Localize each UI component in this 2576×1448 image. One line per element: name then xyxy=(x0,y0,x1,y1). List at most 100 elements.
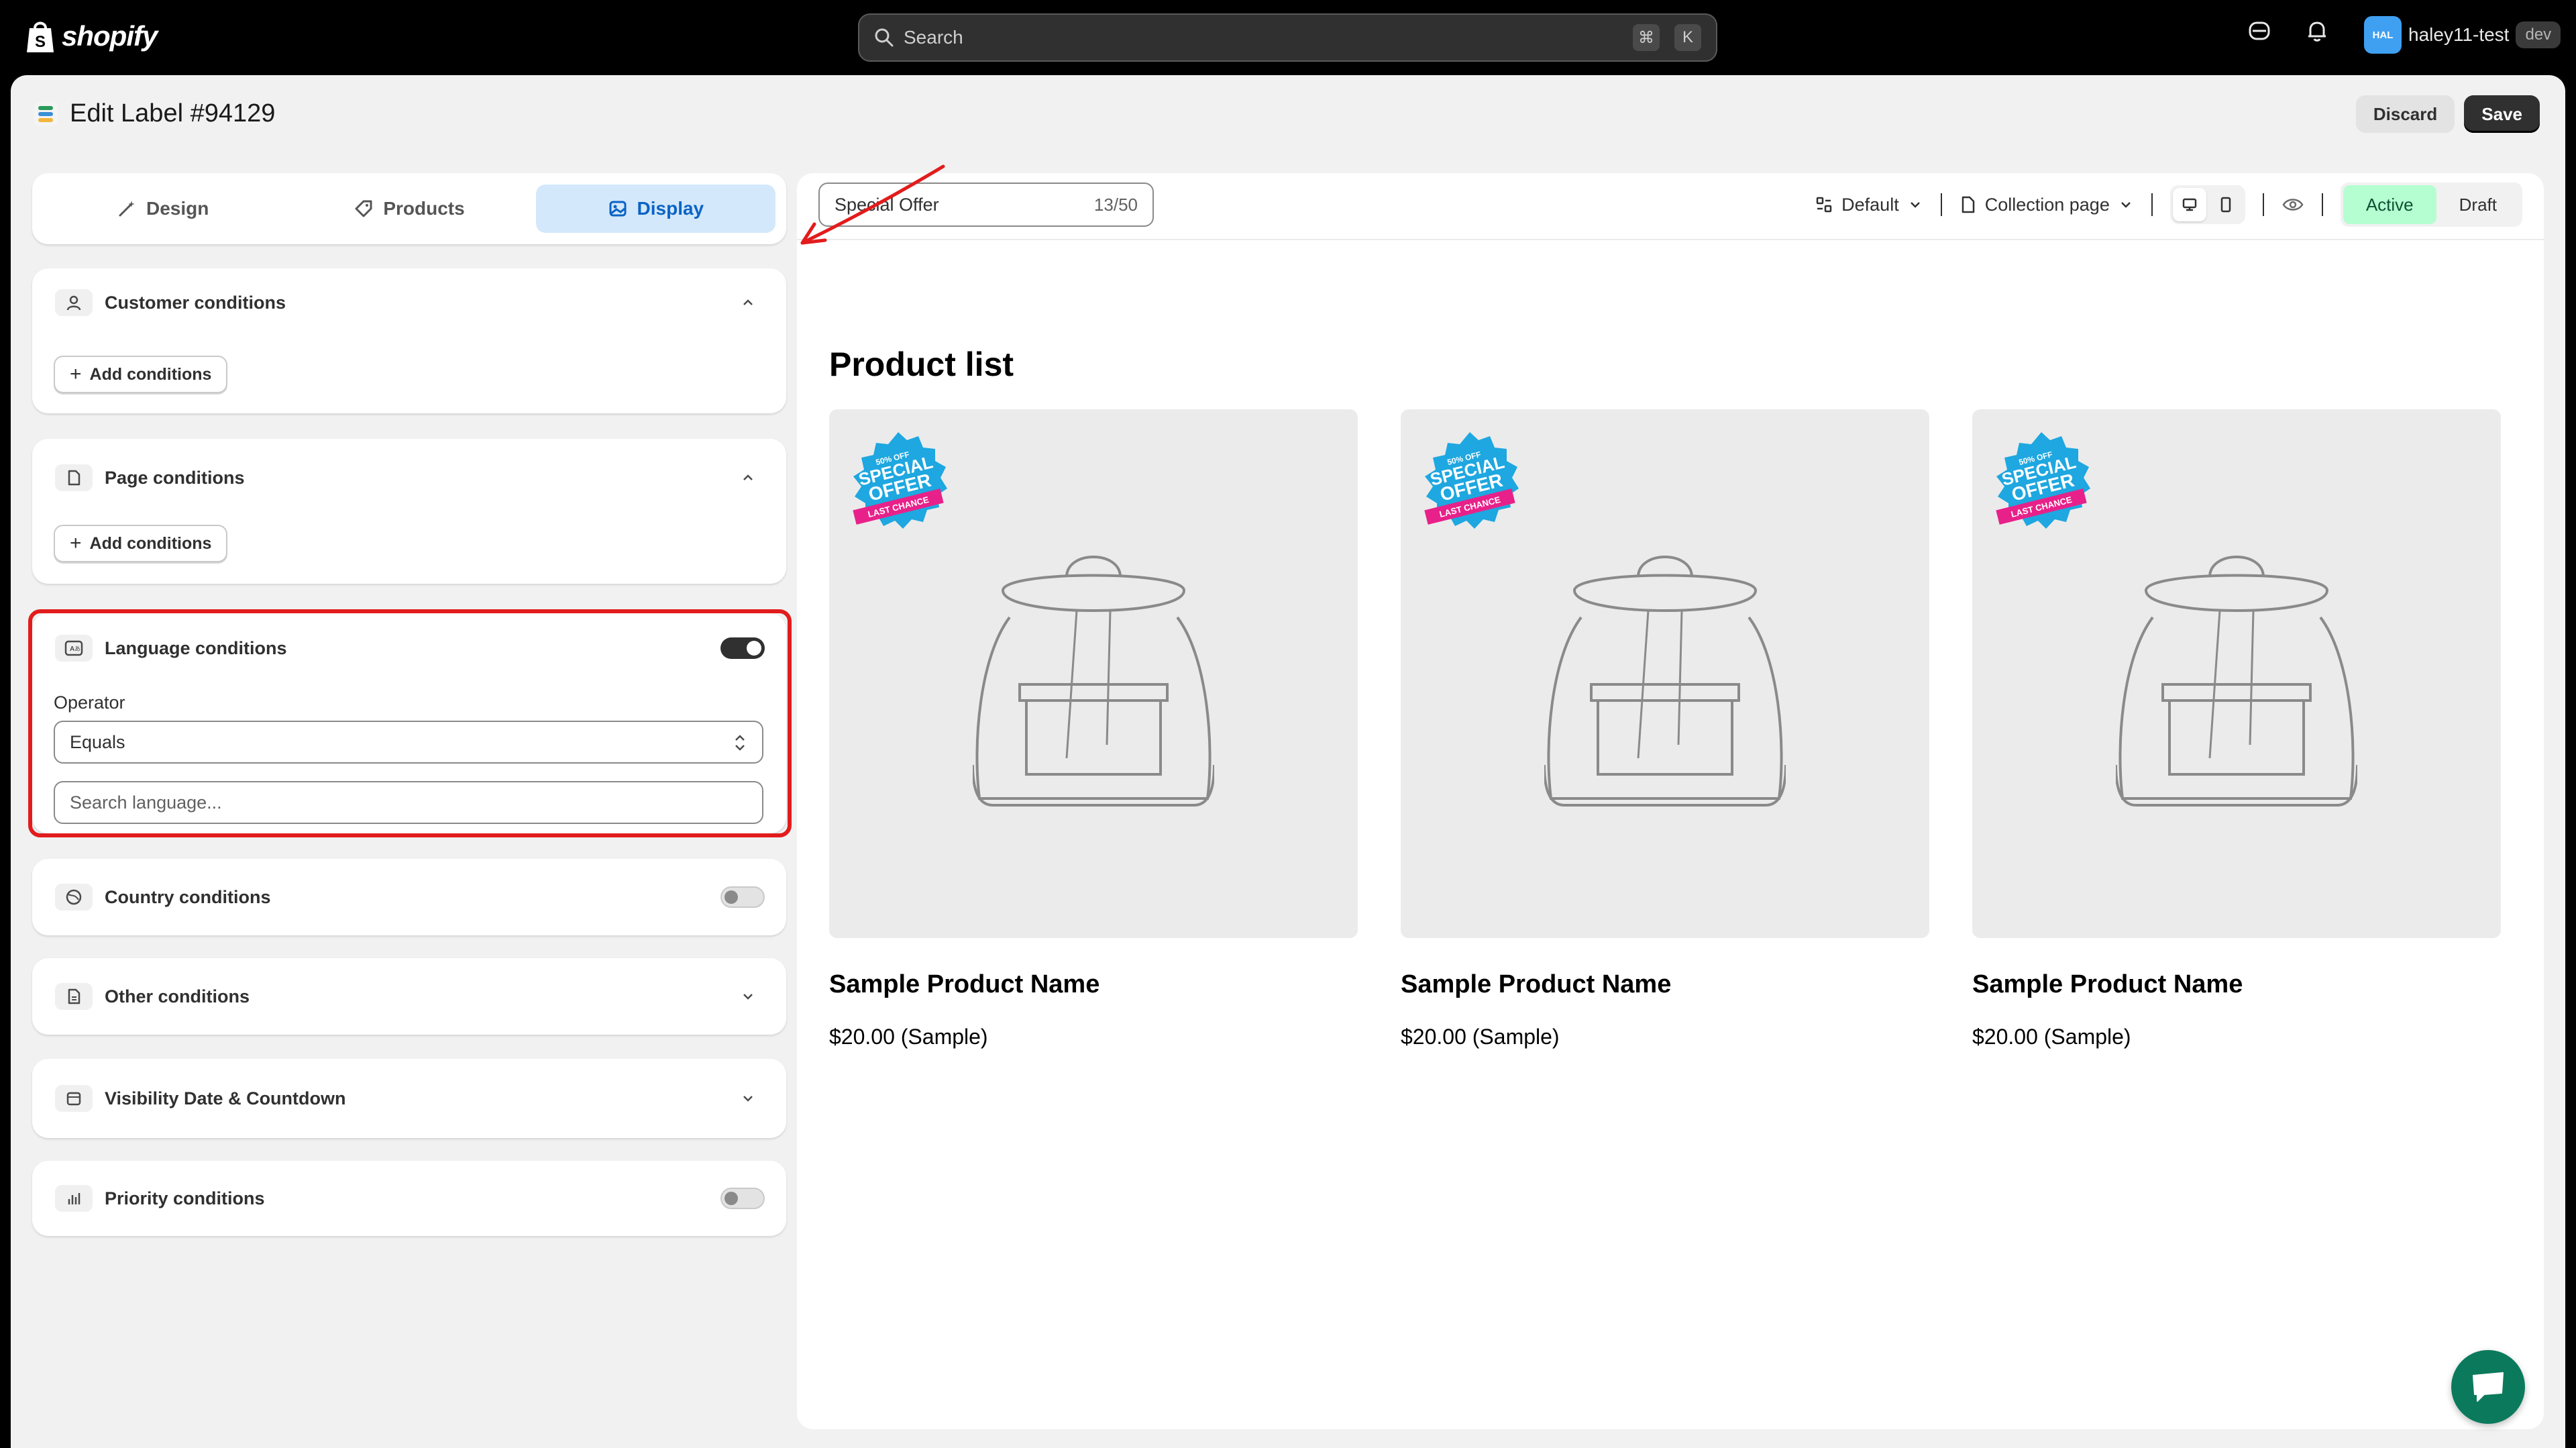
chevron-down-icon[interactable] xyxy=(739,1090,757,1107)
shortcut-key-cmd: ⌘ xyxy=(1633,24,1660,51)
product-card: 50% OFF SPECIAL OFFER LAST CHANCE Sample… xyxy=(1401,409,1929,1049)
discard-button[interactable]: Discard xyxy=(2355,95,2455,133)
tab-design[interactable]: Design xyxy=(43,185,282,233)
product-price: $20.00 (Sample) xyxy=(1401,1025,1560,1049)
product-image: 50% OFF SPECIAL OFFER LAST CHANCE xyxy=(1401,409,1929,938)
shopify-logo[interactable]: S shopify xyxy=(25,19,158,54)
visibility-date-header[interactable]: Visibility Date & Countdown xyxy=(55,1059,346,1138)
language-conditions-title: Language conditions xyxy=(105,637,287,658)
shortcut-key-k: K xyxy=(1674,24,1701,51)
page-conditions-card: Page conditions + Add conditions xyxy=(32,439,786,584)
chevron-up-icon[interactable] xyxy=(739,294,757,311)
operator-select[interactable]: Equals xyxy=(54,721,763,764)
header-actions: Discard Save xyxy=(2355,95,2540,133)
topbar-icons xyxy=(2247,19,2329,43)
customer-conditions-header[interactable]: Customer conditions xyxy=(55,268,286,337)
divider xyxy=(2151,193,2153,216)
page-type-dropdown[interactable]: Collection page xyxy=(1960,195,2134,215)
backpack-placeholder-icon xyxy=(2116,556,2357,807)
char-count: 13/50 xyxy=(1093,194,1138,215)
divider xyxy=(2262,193,2264,216)
logo-text: shopify xyxy=(62,20,158,52)
search-icon xyxy=(875,28,894,47)
preview-controls: Default Collection page Active Draft xyxy=(1815,183,2522,227)
divider xyxy=(2321,193,2323,216)
page-type-label: Collection page xyxy=(1984,194,2110,215)
other-conditions-header[interactable]: Other conditions xyxy=(55,958,250,1035)
bell-icon[interactable] xyxy=(2305,19,2329,43)
chevron-down-icon[interactable] xyxy=(739,988,757,1005)
country-conditions-title: Country conditions xyxy=(105,886,271,907)
tab-display-label: Display xyxy=(637,198,704,219)
dev-badge: dev xyxy=(2516,21,2561,48)
select-arrows-icon xyxy=(735,735,745,751)
product-list-title: Product list xyxy=(829,346,1014,383)
page-conditions-title: Page conditions xyxy=(105,467,245,488)
search-language-input[interactable] xyxy=(54,781,763,824)
product-price: $20.00 (Sample) xyxy=(1972,1025,2131,1049)
app-logo-icon xyxy=(34,101,58,126)
add-conditions-label: Add conditions xyxy=(89,533,212,553)
priority-conditions-card: Priority conditions xyxy=(32,1161,786,1236)
svg-text:S: S xyxy=(35,33,46,51)
backpack-placeholder-icon xyxy=(1544,556,1786,807)
special-offer-badge: 50% OFF SPECIAL OFFER LAST CHANCE xyxy=(853,432,947,529)
page-icon xyxy=(55,464,93,491)
country-conditions-toggle[interactable] xyxy=(720,886,765,908)
bar-chart-icon xyxy=(55,1185,93,1212)
globe-icon xyxy=(55,884,93,911)
priority-conditions-toggle[interactable] xyxy=(720,1188,765,1209)
plus-icon: + xyxy=(70,363,82,385)
page-conditions-header[interactable]: Page conditions xyxy=(55,439,245,517)
app-window: Edit Label #94129 Discard Save Design Pr… xyxy=(11,75,2565,1448)
country-conditions-header[interactable]: Country conditions xyxy=(55,859,270,935)
chevron-up-icon[interactable] xyxy=(739,469,757,486)
add-page-conditions-button[interactable]: + Add conditions xyxy=(54,525,228,562)
status-draft-button[interactable]: Draft xyxy=(2436,185,2520,224)
translate-icon: Aあ xyxy=(55,635,93,662)
priority-conditions-header[interactable]: Priority conditions xyxy=(55,1161,265,1236)
save-button[interactable]: Save xyxy=(2464,95,2540,133)
language-conditions-toggle[interactable] xyxy=(720,637,765,659)
priority-conditions-title: Priority conditions xyxy=(105,1188,265,1208)
add-customer-conditions-button[interactable]: + Add conditions xyxy=(54,356,228,393)
other-conditions-card: Other conditions xyxy=(32,958,786,1035)
tab-products-label: Products xyxy=(383,198,465,219)
visibility-date-title: Visibility Date & Countdown xyxy=(105,1088,346,1108)
chat-button[interactable] xyxy=(2451,1350,2525,1424)
account-menu[interactable]: HAL haley11-test dev xyxy=(2364,16,2561,54)
status-active-button[interactable]: Active xyxy=(2343,185,2436,224)
special-offer-badge: 50% OFF SPECIAL OFFER LAST CHANCE xyxy=(1424,432,1519,529)
product-price: $20.00 (Sample) xyxy=(829,1025,988,1049)
top-bar: S shopify Search ⌘ K HAL haley11-test de… xyxy=(0,0,2576,75)
product-name[interactable]: Sample Product Name xyxy=(829,970,1358,999)
language-conditions-header[interactable]: Aあ Language conditions xyxy=(55,613,287,683)
label-preview-panel: Special Offer 13/50 Default Collection p… xyxy=(797,173,2544,1429)
global-search[interactable]: Search ⌘ K xyxy=(858,13,1717,62)
country-conditions-card: Country conditions xyxy=(32,859,786,935)
product-name[interactable]: Sample Product Name xyxy=(1401,970,1929,999)
editor-tabs: Design Products Display xyxy=(32,173,786,244)
page-icon xyxy=(1962,196,1974,213)
page-title: Edit Label #94129 xyxy=(32,99,275,128)
plus-icon: + xyxy=(70,532,82,554)
image-icon xyxy=(609,201,627,217)
product-name[interactable]: Sample Product Name xyxy=(1972,970,2501,999)
shopify-bag-icon: S xyxy=(27,21,54,52)
tab-design-label: Design xyxy=(146,198,209,219)
tab-products[interactable]: Products xyxy=(289,185,529,233)
visibility-date-card: Visibility Date & Countdown xyxy=(32,1059,786,1138)
calendar-icon xyxy=(55,1085,93,1112)
sidekick-icon[interactable] xyxy=(2247,19,2271,43)
product-card: 50% OFF SPECIAL OFFER LAST CHANCE Sample… xyxy=(829,409,1358,1049)
chat-icon xyxy=(2473,1372,2504,1402)
template-dropdown[interactable]: Default xyxy=(1815,195,1923,215)
tab-display[interactable]: Display xyxy=(535,185,775,233)
mobile-view-button[interactable] xyxy=(2209,188,2243,221)
desktop-view-button[interactable] xyxy=(2172,188,2206,221)
product-image: 50% OFF SPECIAL OFFER LAST CHANCE xyxy=(1972,409,2501,938)
other-conditions-title: Other conditions xyxy=(105,986,250,1006)
eye-icon[interactable] xyxy=(2282,195,2304,215)
document-icon xyxy=(55,983,93,1010)
chevron-down-icon xyxy=(1910,202,1920,208)
